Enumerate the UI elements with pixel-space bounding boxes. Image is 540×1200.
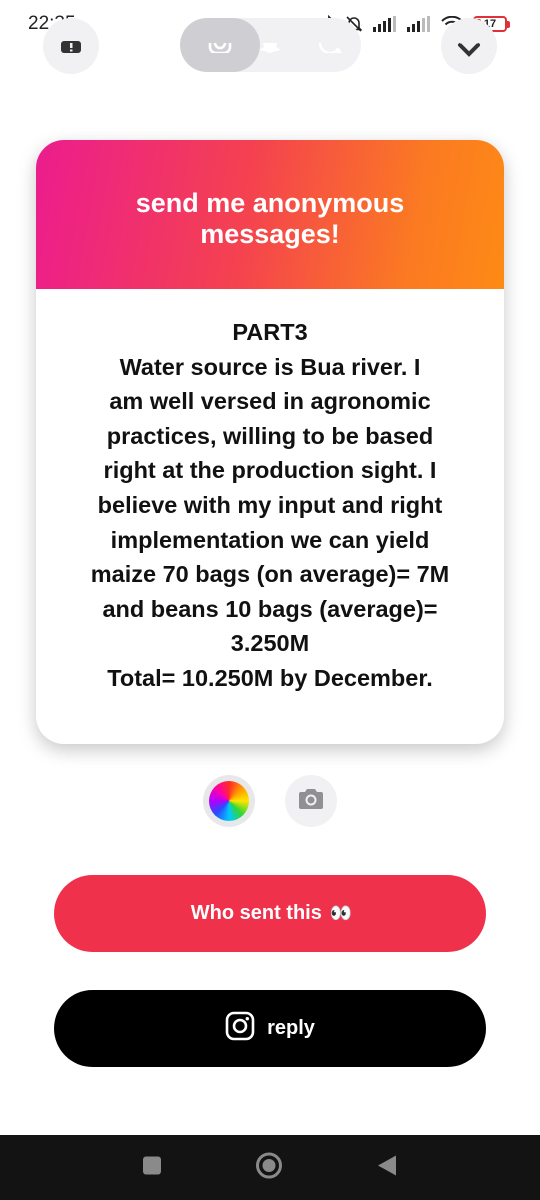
home-icon[interactable] <box>255 1151 283 1184</box>
reply-label: reply <box>267 1017 315 1039</box>
message-line: Water source is Bua river. I <box>119 353 421 380</box>
message-line: Total= 10.250M by December. <box>107 664 433 691</box>
camera-icon <box>297 787 325 816</box>
message-line: am well versed in agronomic <box>109 388 431 415</box>
message-line: and beans 10 bags (average)= <box>102 595 438 622</box>
message-line: PART3 <box>232 319 308 345</box>
message-line: right at the production sight. I <box>103 457 437 484</box>
instagram-icon[interactable] <box>208 40 232 58</box>
message-line: 3.250M <box>230 630 310 657</box>
recents-icon[interactable] <box>142 1155 162 1180</box>
signal-icon <box>373 16 397 32</box>
snapchat-icon[interactable] <box>258 40 282 58</box>
close-button[interactable] <box>441 18 497 74</box>
whatsapp-icon[interactable] <box>318 40 343 58</box>
message-line: practices, willing to be based <box>106 422 434 449</box>
message-line: maize 70 bags (on average)= 7M <box>90 561 450 588</box>
camera-button[interactable] <box>285 775 337 827</box>
help-icon <box>59 41 83 60</box>
card-header-title: send me anonymous messages! <box>135 187 405 249</box>
back-icon[interactable] <box>377 1154 397 1181</box>
system-nav-bar <box>0 1135 540 1200</box>
instagram-icon <box>225 1011 255 1047</box>
signal-icon <box>407 16 431 32</box>
reply-button[interactable]: reply <box>54 990 486 1067</box>
message-line: believe with my input and right <box>97 491 443 518</box>
message-card: send me anonymous messages! PART3 Water … <box>36 140 504 744</box>
who-sent-this-label: Who sent this <box>190 902 322 924</box>
color-wheel-icon <box>209 781 249 821</box>
message-line: implementation we can yield <box>110 526 430 553</box>
who-sent-this-button[interactable]: Who sent this 👀 <box>54 875 486 952</box>
share-target-switcher[interactable] <box>180 18 361 72</box>
color-picker-button[interactable] <box>203 775 255 827</box>
help-button[interactable] <box>43 18 99 74</box>
message-text: PART3 Water source is Bua river. I am we… <box>36 289 504 696</box>
close-icon <box>457 42 481 64</box>
eyes-icon: 👀 <box>329 903 352 923</box>
card-header: send me anonymous messages! <box>36 140 504 289</box>
